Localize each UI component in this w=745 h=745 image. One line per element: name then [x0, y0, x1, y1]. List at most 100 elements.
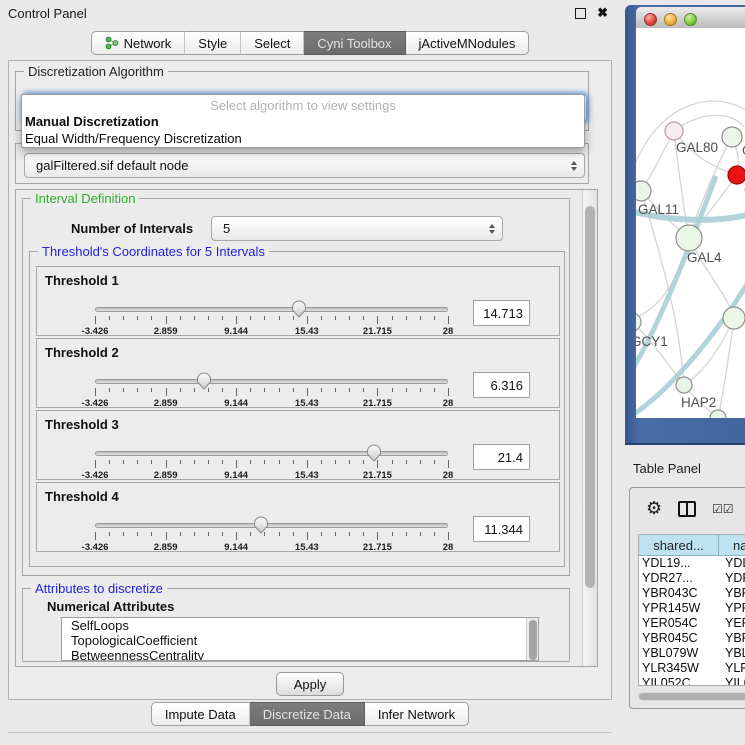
thresholds-group: Threshold's Coordinates for 5 Intervals …	[29, 251, 565, 567]
select-columns-icon[interactable]: ☑☑	[712, 502, 734, 516]
threshold-panel: Threshold 1 -3.4262.8599.14415.4321.7152…	[36, 266, 560, 336]
table-row[interactable]: YBL079W YBL0	[639, 646, 745, 661]
node-label: GAL80	[676, 140, 718, 155]
close-icon[interactable]: ✖	[597, 5, 608, 21]
node-label: GAL4	[687, 250, 722, 265]
slider-ticks	[95, 316, 448, 325]
tab[interactable]: Style	[185, 31, 241, 55]
table-horizontal-scrollbar[interactable]	[638, 692, 745, 701]
table-row[interactable]: YDL19... YDL1	[639, 556, 745, 571]
column-view-icon[interactable]	[678, 501, 696, 517]
node-red	[728, 166, 745, 184]
minimize-traffic-light-icon[interactable]	[664, 13, 677, 26]
slider-track[interactable]	[95, 523, 448, 528]
table-panel-window: ⚙ ☑☑ shared... na YDL19... YDL1 YDR27...…	[629, 487, 745, 709]
threshold-value-field[interactable]: 21.4	[473, 444, 530, 470]
table-panel-title: Table Panel	[620, 461, 701, 476]
threshold-slider: -3.4262.8599.14415.4321.71528	[95, 411, 448, 479]
table-row[interactable]: YBR045C YBR0	[639, 631, 745, 646]
combo-arrows-icon	[489, 224, 495, 234]
gear-icon[interactable]: ⚙	[646, 498, 662, 518]
tab-label: Style	[198, 36, 227, 51]
settings-vertical-scrollbar[interactable]	[582, 190, 597, 666]
bottom-tab[interactable]: Discretize Data	[250, 702, 365, 726]
table-data-combobox[interactable]: galFiltered.sif default node	[24, 153, 585, 178]
table-data-group: Table Data galFiltered.sif default node	[15, 143, 589, 184]
numerical-attributes-list: SelfLoops TopologicalCoefficient Between…	[61, 617, 539, 661]
node-hap2	[676, 377, 692, 393]
numerical-attributes-label: Numerical Attributes	[47, 599, 174, 614]
table-panel-titlebar: Table Panel	[620, 455, 745, 481]
table-toolbar: ⚙ ☑☑	[630, 494, 745, 526]
slider-tick-labels: -3.4262.8599.14415.4321.71528	[95, 470, 448, 482]
slider-ticks	[95, 532, 448, 541]
number-of-intervals-combobox[interactable]: 5	[211, 216, 503, 241]
slider-thumb[interactable]	[197, 372, 212, 390]
table-row[interactable]: YER054C YER0	[639, 616, 745, 631]
float-window-icon[interactable]	[575, 8, 586, 19]
interval-definition-label: Interval Definition	[31, 191, 139, 206]
bottom-tab[interactable]: Impute Data	[151, 702, 250, 726]
node-table: shared... na YDL19... YDL1 YDR27... YDR2…	[638, 534, 745, 686]
attribute-list-item[interactable]: BetweennessCentrality	[62, 648, 538, 661]
thresholds-group-label: Threshold's Coordinates for 5 Intervals	[38, 244, 269, 259]
apply-button[interactable]: Apply	[276, 672, 344, 696]
discretization-algorithm-label: Discretization Algorithm	[24, 64, 168, 79]
attributes-list-scrollbar[interactable]	[526, 618, 538, 660]
top-tabstrip: Network Style Select Cyni Toolbox jActiv…	[0, 31, 620, 55]
column-header-name[interactable]: na	[719, 535, 745, 556]
tab[interactable]: Network	[91, 31, 186, 55]
bottom-tab-label: Impute Data	[165, 707, 236, 722]
slider-thumb[interactable]	[291, 300, 306, 318]
slider-track[interactable]	[95, 379, 448, 384]
algorithm-option-equal-width[interactable]: Equal Width/Frequency Discretization	[25, 131, 242, 146]
node-label: GAL11	[638, 202, 679, 217]
table-row[interactable]: YLR345W YLR3	[639, 661, 745, 676]
attributes-group-label: Attributes to discretize	[31, 581, 167, 596]
right-region: GAL80 GA C GAL11 GAL4 GCY1 H HAP2 Table …	[620, 0, 745, 745]
column-header-shared[interactable]: shared...	[639, 535, 719, 556]
control-panel: Control Panel ✖ Network	[0, 0, 620, 745]
slider-track[interactable]	[95, 307, 448, 312]
threshold-panel: Threshold 4 -3.4262.8599.14415.4321.7152…	[36, 482, 560, 552]
bottom-tab[interactable]: Infer Network	[365, 702, 469, 726]
algorithm-dropdown-popup: Select algorithm to view settings Manual…	[21, 94, 585, 148]
threshold-slider: -3.4262.8599.14415.4321.71528	[95, 339, 448, 407]
threshold-panel: Threshold 3 -3.4262.8599.14415.4321.7152…	[36, 410, 560, 480]
tab-label: Cyni Toolbox	[317, 36, 391, 51]
table-row[interactable]: YIL052C YIL0	[639, 676, 745, 686]
threshold-value-field[interactable]: 11.344	[473, 516, 530, 542]
attribute-list-item[interactable]: SelfLoops	[62, 618, 538, 633]
slider-thumb[interactable]	[253, 516, 268, 534]
slider-ticks	[95, 460, 448, 469]
node-label: HAP2	[681, 395, 716, 410]
close-traffic-light-icon[interactable]	[644, 13, 657, 26]
table-header-row: shared... na	[639, 535, 745, 556]
slider-tick-labels: -3.4262.8599.14415.4321.71528	[95, 398, 448, 410]
zoom-traffic-light-icon[interactable]	[684, 13, 697, 26]
slider-thumb[interactable]	[366, 444, 381, 462]
network-icon	[105, 36, 119, 50]
tab-label: jActiveMNodules	[419, 36, 516, 51]
tab[interactable]: jActiveMNodules	[406, 31, 530, 55]
table-data-value: galFiltered.sif default node	[36, 158, 188, 173]
node-green-top	[722, 127, 742, 147]
discretization-algorithm-group: Discretization Algorithm Select algorith…	[15, 71, 589, 131]
threshold-value-field[interactable]: 6.316	[473, 372, 530, 398]
threshold-panel: Threshold 2 -3.4262.8599.14415.4321.7152…	[36, 338, 560, 408]
table-row[interactable]: YBR043C YBR0	[639, 586, 745, 601]
algorithm-option-manual[interactable]: Manual Discretization	[25, 114, 159, 129]
network-canvas[interactable]: GAL80 GA C GAL11 GAL4 GCY1 H HAP2	[636, 28, 745, 418]
bottom-tabstrip: Impute Data Discretize Data Infer Networ…	[0, 702, 620, 726]
slider-ticks	[95, 388, 448, 397]
tab[interactable]: Select	[241, 31, 304, 55]
slider-tick-labels: -3.4262.8599.14415.4321.71528	[95, 326, 448, 338]
attribute-list-item[interactable]: TopologicalCoefficient	[62, 633, 538, 648]
slider-track[interactable]	[95, 451, 448, 456]
tab[interactable]: Cyni Toolbox	[304, 31, 405, 55]
control-panel-titlebar: Control Panel ✖	[0, 0, 620, 26]
table-row[interactable]: YDR27... YDR2	[639, 571, 745, 586]
table-row[interactable]: YPR145W YPR1	[639, 601, 745, 616]
tab-label: Select	[254, 36, 290, 51]
threshold-value-field[interactable]: 14.713	[473, 300, 530, 326]
